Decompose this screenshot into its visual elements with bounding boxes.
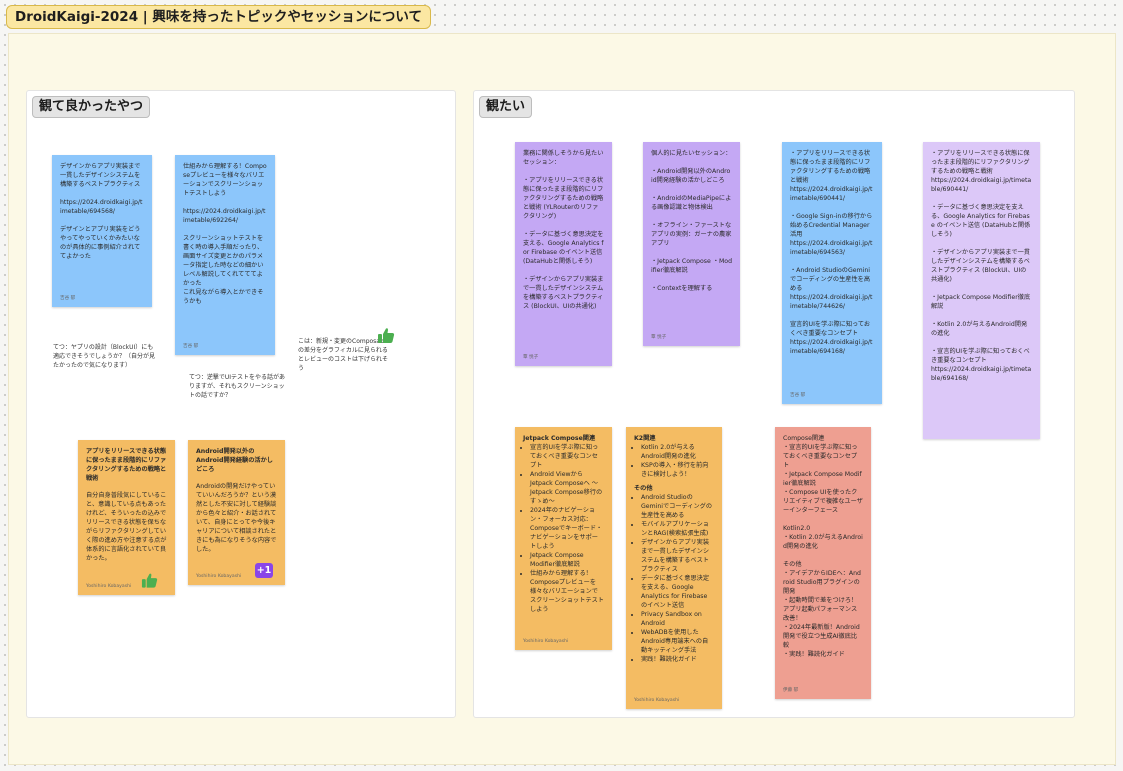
sticky-body: 仕組みから理解する！Composeプレビューを様々なバリエーションでスクリーンシ… — [183, 163, 267, 305]
sticky-note[interactable]: Jetpack Compose関連 宣言的UIを学ぶ際に知っておくべき重要なコン… — [515, 427, 612, 650]
sticky-body: 自分自身普段気にしていること、意識している点もあったけれど、そういったの込みでリ… — [86, 491, 167, 562]
sticky-author: 伊藤 郁 — [783, 688, 799, 694]
sticky-author: Yoshihiro Kobayashi — [196, 574, 242, 580]
list-item: 実践！難読化ガイド — [641, 656, 714, 665]
sticky-note[interactable]: アプリをリリースできる状態に保ったまま段階的にリファクタリングするための戦略と戦… — [78, 440, 175, 595]
comment-note[interactable]: てつ：ヤプリの設計（BlockUI）にも適応できそうでしょうか？（自分が見たかっ… — [53, 343, 155, 370]
sticky-note[interactable]: Compose関連 ・宣言的UIを学ぶ際に知っておくべき重要なコンセプト ・Je… — [775, 427, 871, 699]
list-item: 仕組みから理解する！Composeプレビューを様々なバリエーションでスクリーンシ… — [530, 570, 604, 615]
thumbs-up-icon[interactable] — [141, 572, 158, 589]
sticky-title: Android開発以外のAndroid開発経験の活かしどころ — [196, 448, 273, 473]
sticky-note[interactable]: ・アプリをリリースできる状態に保ったまま段階的にリファクタリングするための戦略と… — [923, 142, 1040, 439]
sticky-body: Androidの開発だけやっていていいんだろうか？という漠然とした不安に対して経… — [196, 482, 277, 553]
section-label-want-to-watch[interactable]: 観たい — [479, 96, 533, 118]
sticky-title: アプリをリリースできる状態に保ったまま段階的にリファクタリングするための戦略と戦… — [86, 448, 167, 482]
sticky-author: 吉谷 郁 — [790, 393, 806, 399]
list-item: Privacy Sandbox on Android — [641, 611, 714, 629]
thumbs-up-icon[interactable] — [377, 327, 395, 344]
sticky-bullet-list: 宣言的UIを学ぶ際に知っておくべき重要なコンセプト Android Viewから… — [530, 444, 604, 615]
list-item: 2024年のナビゲーション・フォーカス対応：Composeでキーボード・ナビゲー… — [530, 507, 604, 552]
sticky-heading: Jetpack Compose関連 — [523, 435, 596, 442]
sticky-note[interactable]: 業務に関係しそうから見たいセッション： ・アプリをリリースできる状態に保ったまま… — [515, 142, 612, 366]
sticky-body: 個人的に見たいセッション： ・Android開発以外のAndroid開発経験の活… — [651, 150, 732, 292]
sticky-author: 覃 悦子 — [523, 355, 539, 361]
list-item: WebADBを使用したAndroid専用端末への自動キッティング手法 — [641, 629, 714, 656]
sticky-note[interactable]: K2関連 Kotlin 2.0が与えるAndroid開発の進化 KSPの導入・移… — [626, 427, 722, 709]
sticky-heading: その他 — [634, 484, 653, 492]
sticky-bullet-list: Kotlin 2.0が与えるAndroid開発の進化 KSPの導入・移行を前向き… — [641, 444, 714, 480]
sticky-note[interactable]: デザインからアプリ実装まで一貫したデザインシステムを構築するベストプラクティス … — [52, 155, 152, 307]
sticky-body: ・アプリをリリースできる状態に保ったまま段階的にリファクタリングするための戦略と… — [931, 150, 1032, 382]
sticky-note[interactable]: 個人的に見たいセッション： ・Android開発以外のAndroid開発経験の活… — [643, 142, 740, 346]
sticky-author: 吉谷 郁 — [183, 344, 199, 350]
list-item: KSPの導入・移行を前向きに検討しよう！ — [641, 462, 714, 480]
sticky-body: デザインからアプリ実装まで一貫したデザインシステムを構築するベストプラクティス … — [60, 163, 143, 260]
sticky-author: 覃 悦子 — [651, 335, 667, 341]
sticky-note[interactable]: 仕組みから理解する！Composeプレビューを様々なバリエーションでスクリーンシ… — [175, 155, 275, 355]
list-item: デザインからアプリ実装まで一貫したデザインシステムを構築するベストプラクティス — [641, 539, 714, 575]
list-item: モバイルアプリケーションとRAG(検索拡張生成) — [641, 521, 714, 539]
comment-note[interactable]: てつ：逆撃でUIテストをやる話がありますが、それもスクリーンショットの話ですか？ — [189, 373, 287, 400]
sticky-note[interactable]: ・アプリをリリースできる状態に保ったまま段階的にリファクタリングするための戦略と… — [782, 142, 882, 404]
sticky-author: Yoshihiro Kobayashi — [86, 584, 132, 590]
section-label-watched[interactable]: 観て良かったやつ — [32, 96, 151, 118]
list-item: Android Viewから Jetpack Composeへ 〜Jetpack… — [530, 471, 604, 507]
sticky-bullet-list: Android StudioのGeminiでコーディングの生産性を高める モバイ… — [641, 494, 714, 665]
list-item: Kotlin 2.0が与えるAndroid開発の進化 — [641, 444, 714, 462]
sticky-body: Compose関連 ・宣言的UIを学ぶ際に知っておくべき重要なコンセプト ・Je… — [783, 435, 863, 658]
list-item: Jetpack Compose Modifier徹底解説 — [530, 552, 604, 570]
sticky-author: Yoshihiro Kobayashi — [523, 639, 569, 645]
list-item: データに基づく意思決定を支える、Google Analytics for Fir… — [641, 575, 714, 611]
list-item: 宣言的UIを学ぶ際に知っておくべき重要なコンセプト — [530, 444, 604, 471]
sticky-author: 吉谷 郁 — [60, 296, 76, 302]
sticky-heading: K2関連 — [634, 435, 656, 442]
sticky-body: ・アプリをリリースできる状態に保ったまま段階的にリファクタリングするための戦略と… — [790, 150, 873, 355]
sticky-body: 業務に関係しそうから見たいセッション： ・アプリをリリースできる状態に保ったまま… — [523, 150, 604, 310]
board-title[interactable]: DroidKaigi-2024 | 興味を持ったトピックやセッションについて — [6, 5, 432, 29]
list-item: Android StudioのGeminiでコーディングの生産性を高める — [641, 494, 714, 521]
plus-one-reaction[interactable]: +1 — [255, 563, 273, 578]
sticky-author: Yoshihiro Kobayashi — [634, 698, 680, 704]
